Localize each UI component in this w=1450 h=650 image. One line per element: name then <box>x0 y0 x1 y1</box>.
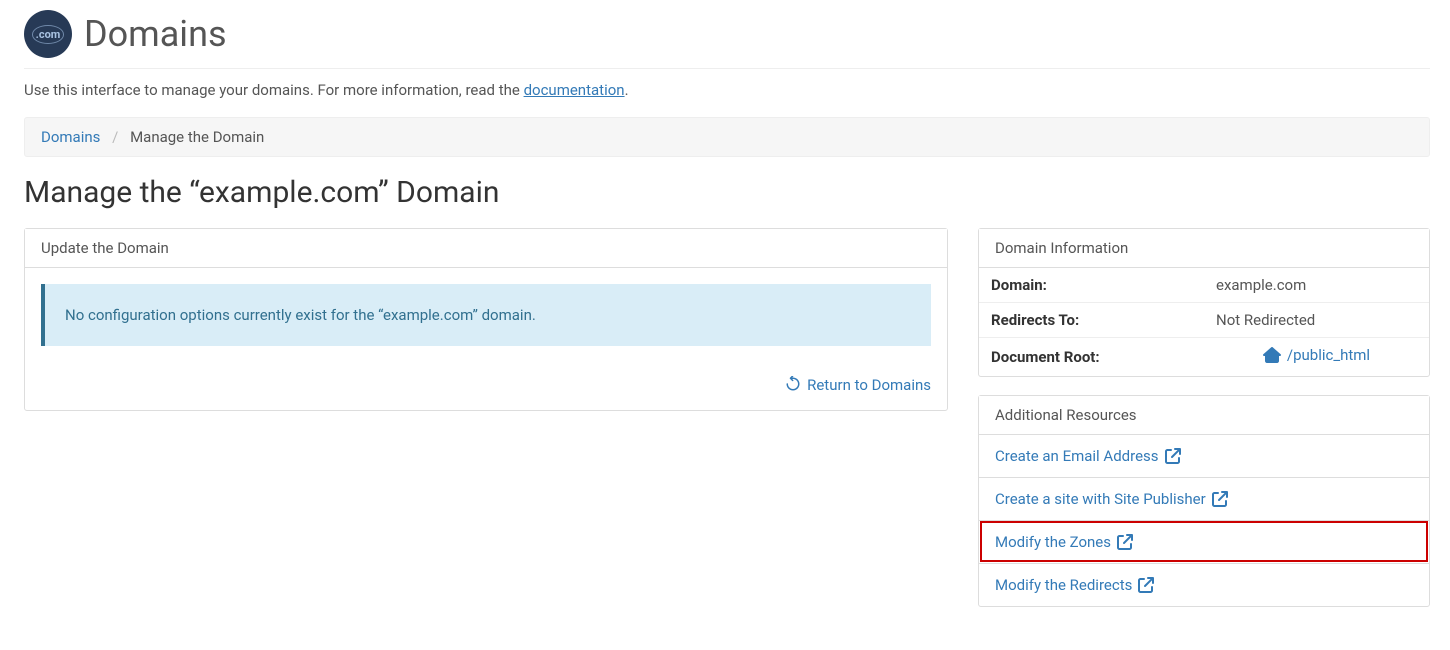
document-root-link[interactable]: /public_html <box>1263 346 1370 364</box>
docroot-label: Document Root: <box>979 338 1204 377</box>
domains-icon: .com <box>24 10 72 58</box>
resource-modify-redirects[interactable]: Modify the Redirects <box>979 563 1429 606</box>
domain-info-panel: Domain Information Domain: example.com R… <box>978 228 1430 377</box>
subheading: Manage the “example.com” Domain <box>24 175 1430 210</box>
domain-label: Domain: <box>979 268 1204 303</box>
additional-resources-heading: Additional Resources <box>979 396 1429 435</box>
external-link-icon <box>1117 534 1133 550</box>
update-domain-heading: Update the Domain <box>25 229 947 268</box>
domain-info-heading: Domain Information <box>979 229 1429 268</box>
update-domain-panel: Update the Domain No configuration optio… <box>24 228 948 411</box>
breadcrumb: Domains / Manage the Domain <box>24 117 1430 157</box>
resource-site-publisher[interactable]: Create a site with Site Publisher <box>979 477 1429 520</box>
resource-modify-zones[interactable]: Modify the Zones <box>979 520 1429 563</box>
external-link-icon <box>1165 448 1181 464</box>
breadcrumb-separator: / <box>112 128 118 146</box>
breadcrumb-root[interactable]: Domains <box>41 128 100 146</box>
page-header: .com Domains <box>24 10 1430 69</box>
redirects-label: Redirects To: <box>979 303 1204 338</box>
documentation-link[interactable]: documentation <box>524 81 625 99</box>
intro-text: Use this interface to manage your domain… <box>24 81 1430 99</box>
info-alert: No configuration options currently exist… <box>41 284 931 346</box>
table-row: Document Root: /public_html <box>979 338 1429 377</box>
domain-value: example.com <box>1204 268 1429 303</box>
page-title: Domains <box>84 13 227 55</box>
external-link-icon <box>1212 491 1228 507</box>
table-row: Domain: example.com <box>979 268 1429 303</box>
return-to-domains-link[interactable]: Return to Domains <box>785 376 931 394</box>
resource-create-email[interactable]: Create an Email Address <box>979 435 1429 477</box>
additional-resources-panel: Additional Resources Create an Email Add… <box>978 395 1430 607</box>
home-icon <box>1263 346 1281 364</box>
redirects-value: Not Redirected <box>1204 303 1429 338</box>
external-link-icon <box>1138 577 1154 593</box>
return-arrow-icon <box>785 376 801 392</box>
table-row: Redirects To: Not Redirected <box>979 303 1429 338</box>
breadcrumb-current: Manage the Domain <box>130 128 264 146</box>
